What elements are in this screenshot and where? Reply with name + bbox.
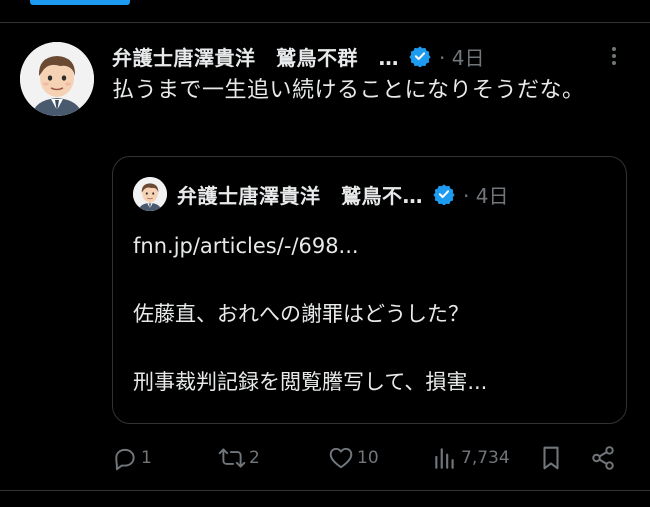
top-divider xyxy=(0,22,650,23)
reply-icon xyxy=(115,448,135,471)
tweet-actions-bar: 1 2 10 7,734 xyxy=(112,444,632,472)
avatar-illustration xyxy=(133,177,167,211)
more-icon[interactable] xyxy=(604,44,624,68)
quoted-tweet-time: · 4日 xyxy=(463,183,509,208)
tweet-time[interactable]: · 4日 xyxy=(439,42,484,71)
quoted-tweet-header: 弁護士唐澤貴洋 鷲鳥不… · 4日 xyxy=(177,180,508,208)
like-count: 10 xyxy=(357,448,379,468)
like-button[interactable]: 10 xyxy=(328,444,379,472)
reply-count: 1 xyxy=(141,448,152,468)
like-icon xyxy=(329,447,353,469)
tweet-text: 払うまで一生追い続けることになりそうだな。 xyxy=(112,78,585,103)
views-button[interactable]: 7,734 xyxy=(432,444,510,472)
avatar-illustration xyxy=(20,42,94,116)
share-icon xyxy=(592,446,614,470)
share-button[interactable] xyxy=(590,444,616,472)
bookmark-icon xyxy=(543,446,559,470)
quoted-text-line: 刑事裁判記録を閲覧謄写して、損害... xyxy=(133,370,488,394)
quoted-link-text: fnn.jp/articles/-/698... xyxy=(133,234,359,258)
quoted-tweet-text: fnn.jp/articles/-/698... 佐藤直、おれへの謝罪はどうした… xyxy=(133,231,613,397)
author-avatar[interactable] xyxy=(20,42,94,116)
bookmark-button[interactable] xyxy=(540,444,562,472)
author-name[interactable]: 弁護士唐澤貴洋 鷲鳥不群 … xyxy=(112,42,399,71)
quoted-author-name: 弁護士唐澤貴洋 鷲鳥不… xyxy=(177,183,423,208)
view-count: 7,734 xyxy=(461,448,510,468)
quoted-tweet-card[interactable]: 弁護士唐澤貴洋 鷲鳥不… · 4日 fnn.jp/articles/-/698.… xyxy=(112,156,627,424)
reply-button[interactable]: 1 xyxy=(112,444,152,472)
verified-badge-icon xyxy=(409,45,431,67)
bottom-divider xyxy=(0,490,650,491)
repost-button[interactable]: 2 xyxy=(218,444,260,472)
views-icon xyxy=(435,448,454,469)
tweet-header: 弁護士唐澤貴洋 鷲鳥不群 … · 4日 xyxy=(112,41,484,71)
quoted-author-avatar xyxy=(133,177,167,211)
quoted-text-line: 佐藤直、おれへの謝罪はどうした？ xyxy=(133,302,469,326)
verified-badge-icon xyxy=(433,183,455,205)
repost-count: 2 xyxy=(249,448,260,468)
repost-icon xyxy=(218,448,246,468)
active-tab-indicator xyxy=(30,0,130,5)
